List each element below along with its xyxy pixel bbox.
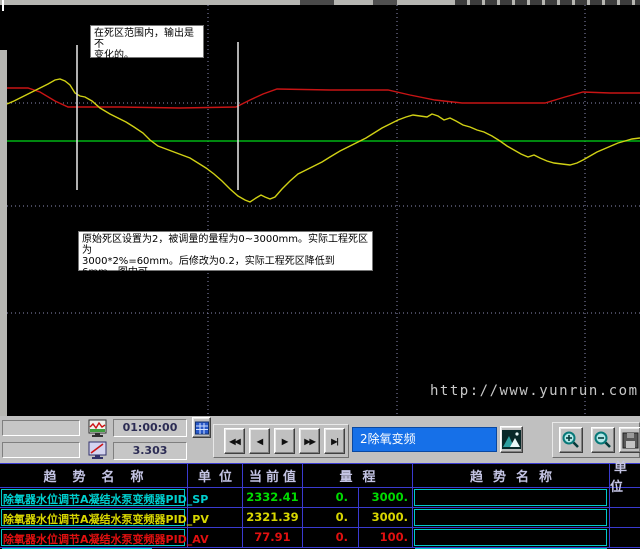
trend-name-cell[interactable]: 除氧器水位调节A凝结水泵变频器PID_AV [0,528,188,547]
url-watermark: http://www.yunrun.com.cn [430,383,640,399]
toolbar: 01:00:00 3.303 ◀◀◀▶▶▶▶| 2除氧变频 [0,416,640,463]
nav-to-end-button[interactable]: ▶| [324,428,345,454]
header-unit-2: 单位 [610,464,640,487]
table-row: 除氧器水位调节A凝结水泵变频器PID_SP 2332.410.3000. [0,488,640,508]
trend-table: 趋势名称 单位 当前值 量程 趋势名称 单位 除氧器水位调节A凝结水泵变频器PI… [0,463,640,549]
trend-curve-PID_AV [7,88,640,108]
name-cell-border [414,489,607,506]
range-high-cell: 100. [359,528,413,547]
current-value-cell: 77.91 [243,528,303,547]
mountain-chart-icon [502,430,521,449]
unit-cell-2 [610,488,640,507]
trend-name-cell[interactable]: 除氧器水位调节A凝结水泵变频器PID_SP [0,488,188,507]
floppy-save-icon [622,432,639,449]
window-edge-highlight [2,0,4,11]
zoom-out-button[interactable] [591,427,615,453]
range-low: 0. [303,488,358,507]
current-value-cell: 2332.41 [243,488,303,507]
realtime-trend-icon[interactable] [88,419,107,438]
trend-chart[interactable] [0,0,640,416]
status-field-1[interactable] [2,420,80,436]
range-low: 0. [303,528,358,547]
scale-value-field[interactable]: 3.303 [113,442,187,460]
unit-cell-2 [610,528,640,547]
annotation-deadband-detail: 原始死区设置为2，被调量的量程为0~3000mm。实际工程死区为 3000*2%… [78,231,373,271]
trend-name-cell-2[interactable] [413,508,610,527]
trend-name-cell[interactable]: 除氧器水位调节A凝结水泵变频器PID_PV [0,508,188,527]
header-trend-name: 趋势名称 [0,464,188,487]
window-top-chrome-segment [373,0,397,5]
range-high: 100. [359,528,412,547]
name-cell-border [414,529,607,546]
nav-step-backward-button[interactable]: ◀ [249,428,270,454]
time-set-button[interactable] [192,417,211,438]
hmi-trend-window: 在死区范围内，输出是不 变化的。 原始死区设置为2，被调量的量程为0~3000m… [0,0,640,549]
range-high-cell: 3000. [359,508,413,527]
current-value: 2321.39 [243,508,302,527]
header-current-value: 当前值 [243,464,303,487]
range-high: 3000. [359,508,412,527]
grid-calendar-icon [195,421,209,435]
range-low-cell: 0. [303,488,359,507]
trend-image-button[interactable] [500,426,523,453]
save-button[interactable] [619,427,640,453]
table-row: 除氧器水位调节A凝结水泵变频器PID_AV 77.910.100. [0,528,640,548]
name-cell-border [414,509,607,526]
zoom-in-button[interactable] [559,427,583,453]
header-unit: 单位 [188,464,243,487]
nav-button-panel: ◀◀◀▶▶▶▶| [213,424,349,458]
trend-name: 除氧器水位调节A凝结水泵变频器PID_SP [3,491,208,507]
header-range: 量程 [303,464,413,487]
table-header-row: 趋势名称 单位 当前值 量程 趋势名称 单位 [0,464,640,488]
nav-fast-backward-button[interactable]: ◀◀ [224,428,245,454]
table-row: 除氧器水位调节A凝结水泵变频器PID_PV 2321.390.3000. [0,508,640,528]
range-low: 0. [303,508,358,527]
annotation-deadband-note: 在死区范围内，输出是不 变化的。 [90,25,204,58]
window-top-chrome [0,0,640,5]
range-low-cell: 0. [303,508,359,527]
current-value: 77.91 [243,528,302,547]
table-rows: 除氧器水位调节A凝结水泵变频器PID_SP2332.410.3000.除氧器水位… [0,488,640,548]
trend-group-selector[interactable]: 2除氧变频 [352,427,497,452]
range-high-cell: 3000. [359,488,413,507]
nav-step-forward-button[interactable]: ▶ [274,428,295,454]
range-low-cell: 0. [303,528,359,547]
trend-name: 除氧器水位调节A凝结水泵变频器PID_PV [3,511,209,527]
zoom-in-icon [561,430,581,450]
nav-fast-forward-button[interactable]: ▶▶ [299,428,320,454]
zoom-button-panel [552,422,640,458]
history-trend-icon[interactable] [88,441,107,460]
unit-cell-2 [610,508,640,527]
current-value: 2332.41 [243,488,302,507]
range-high: 3000. [359,488,412,507]
header-trend-name-2: 趋势名称 [413,464,610,487]
trend-name-cell-2[interactable] [413,488,610,507]
current-value-cell: 2321.39 [243,508,303,527]
status-field-2[interactable] [2,442,80,458]
zoom-out-icon [593,430,613,450]
time-span-field[interactable]: 01:00:00 [113,419,187,437]
trend-name: 除氧器水位调节A凝结水泵变频器PID_AV [3,531,209,547]
trend-name-cell-2[interactable] [413,528,610,547]
